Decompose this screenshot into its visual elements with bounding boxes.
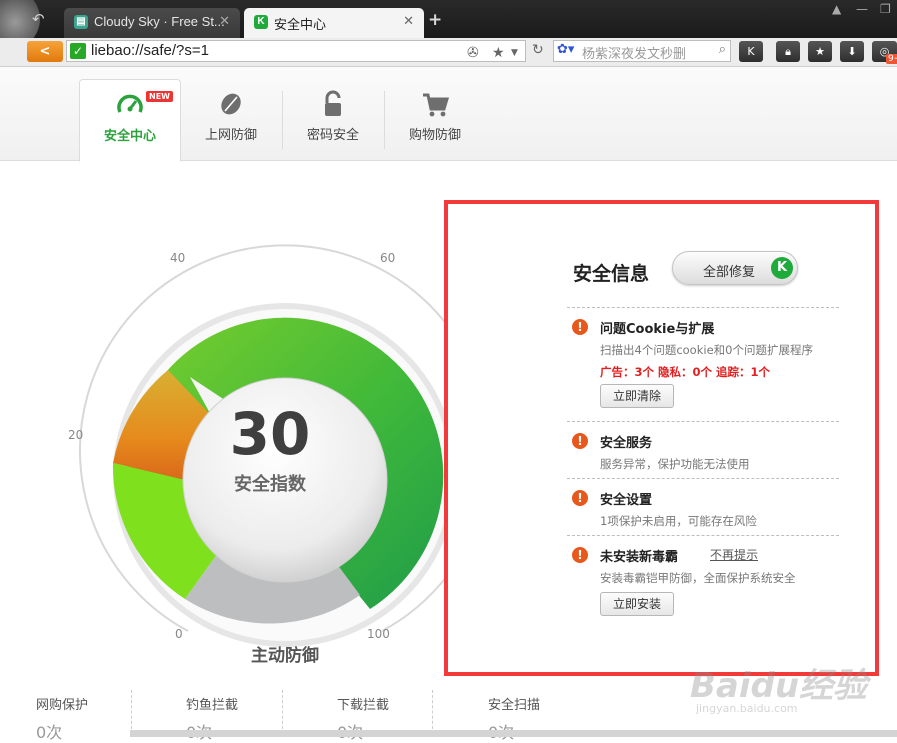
security-info-panel: 安全信息 全部修复 K ! 问题Cookie与扩展 扫描出4个问题cookie和… [444, 200, 879, 676]
favorites-button[interactable]: ★ [808, 41, 832, 62]
shield-leaf-icon [216, 89, 246, 119]
speed-mode-icon[interactable]: ✇ [467, 45, 479, 61]
speedometer-icon [115, 90, 145, 120]
restore-icon[interactable]: ❐ [880, 2, 891, 16]
gauge-tick-0: 0 [175, 627, 183, 641]
gauge-tick-100: 100 [367, 627, 390, 641]
stat-label: 安全扫描 [488, 698, 541, 713]
stat-divider [282, 690, 284, 734]
tab-security-center[interactable]: K 安全中心 ✕ [244, 8, 424, 38]
close-icon[interactable]: ✕ [219, 13, 230, 29]
tab-title: Cloudy Sky · Free St... [94, 14, 225, 29]
liebao-k-button[interactable]: K [739, 41, 763, 62]
warning-icon: ! [572, 433, 588, 449]
new-badge: NEW [146, 91, 173, 102]
tab-label: 安全中心 [103, 129, 156, 144]
security-score-label: 安全指数 [234, 474, 306, 495]
star-bookmark-icon[interactable]: ★ [492, 45, 505, 61]
close-icon[interactable]: ✕ [403, 13, 414, 29]
tab-cloudy-sky[interactable]: ▤ Cloudy Sky · Free St... ✕ [64, 8, 240, 38]
liebao-k-icon: K [771, 257, 793, 279]
baidu-paw-icon[interactable]: ✿▾ [557, 42, 574, 57]
issue-desc: 1项保护未启用，可能存在风险 [600, 514, 757, 528]
new-tab-button[interactable]: + [428, 10, 442, 30]
divider [567, 535, 839, 536]
tab-security-center-page[interactable]: 安全中心 NEW [79, 79, 181, 162]
tab-label: 密码安全 [306, 128, 359, 143]
baidu-jingyan-watermark: Baidu经验 jingyan.baidu.com [686, 640, 896, 720]
issue-desc: 扫描出4个问题cookie和0个问题扩展程序 [600, 343, 813, 357]
issue-title: 未安装新毒霸 [600, 550, 679, 565]
secure-check-icon: ✓ [70, 43, 86, 59]
security-score: 30 [229, 400, 311, 468]
issue-stats: 广告：3个 隐私：0个 追踪：1个 [600, 365, 771, 379]
watermark-brand: Baidu经验 [690, 666, 868, 706]
browser-tab-bar: ↶ ▤ Cloudy Sky · Free St... ✕ K 安全中心 ✕ +… [0, 0, 897, 50]
gauge-tick-40: 40 [170, 251, 186, 265]
back-button[interactable]: < [27, 41, 63, 62]
shopping-cart-icon [420, 89, 450, 119]
divider [567, 421, 839, 422]
divider [567, 478, 839, 479]
stat-divider [131, 690, 133, 734]
tab-shopping-defense[interactable]: 购物防御 [385, 79, 485, 161]
tab-web-defense[interactable]: 上网防御 [181, 79, 281, 161]
url-text[interactable]: liebao://safe/?s=1 [91, 42, 209, 59]
issue-title: 问题Cookie与扩展 [600, 322, 715, 337]
issue-desc: 安装毒霸铠甲防御，全面保护系统安全 [600, 571, 796, 585]
minimize-icon[interactable]: — [856, 2, 868, 16]
gauge-tick-20: 20 [68, 428, 84, 442]
gauge-tick-60: 60 [380, 251, 396, 265]
active-defense-label[interactable]: 主动防御 [225, 641, 345, 666]
divider [567, 307, 839, 308]
warning-icon: ! [572, 319, 588, 335]
stat-label: 下载拦截 [337, 698, 390, 713]
lock-icon [318, 89, 348, 119]
search-input[interactable]: 杨紫深夜发文秒删 [582, 43, 712, 62]
dont-remind-link[interactable]: 不再提示 [710, 546, 758, 563]
search-field[interactable]: ✿▾ 杨紫深夜发文秒删 ⌕ [553, 40, 731, 62]
stat-divider [432, 690, 434, 734]
tab-label: 上网防御 [204, 128, 257, 143]
address-toolbar: < ✓ liebao://safe/?s=1 ✇ ★ ▼ ↻ ✿▾ 杨紫深夜发文… [0, 38, 897, 67]
chevron-down-icon[interactable]: ▼ [511, 48, 518, 58]
stat-label: 网购保护 [36, 698, 89, 713]
stat-label: 钓鱼拦截 [186, 698, 239, 713]
tab-label: 购物防御 [408, 128, 461, 143]
security-info-title: 安全信息 [573, 263, 650, 285]
skin-icon[interactable]: ▲ [832, 2, 841, 16]
fix-all-button[interactable]: 全部修复 K [672, 251, 798, 285]
clear-now-button[interactable]: 立即清除 [600, 384, 675, 408]
liebao-k-icon: K [254, 15, 268, 29]
security-nav: 安全中心 NEW 上网防御 密码安全 购物防御 [0, 67, 897, 162]
download-button[interactable]: ⬇ [840, 41, 864, 62]
undo-close-tab-icon[interactable]: ↶ [32, 10, 45, 28]
url-field[interactable]: ✓ liebao://safe/?s=1 ✇ ★ ▼ [66, 40, 526, 62]
warning-icon: ! [572, 490, 588, 506]
fix-all-label: 全部修复 [703, 265, 756, 280]
issue-title: 安全服务 [600, 436, 653, 451]
issue-desc: 服务异常，保护功能无法使用 [600, 457, 750, 471]
watermark-url: jingyan.baidu.com [696, 702, 798, 715]
search-icon[interactable]: ⌕ [719, 42, 726, 57]
issue-title: 安全设置 [600, 493, 653, 508]
tab-title: 安全中心 [274, 17, 327, 32]
lock-button[interactable]: 🔒︎ [776, 41, 800, 62]
warning-icon: ! [572, 547, 588, 563]
tab-password-security[interactable]: 密码安全 [283, 79, 383, 161]
horizontal-scrollbar[interactable] [130, 730, 897, 737]
refresh-icon[interactable]: ↻ [532, 42, 544, 58]
install-now-button[interactable]: 立即安装 [600, 592, 675, 616]
document-icon: ▤ [74, 15, 88, 29]
extension-badge: 9+ [886, 54, 897, 64]
